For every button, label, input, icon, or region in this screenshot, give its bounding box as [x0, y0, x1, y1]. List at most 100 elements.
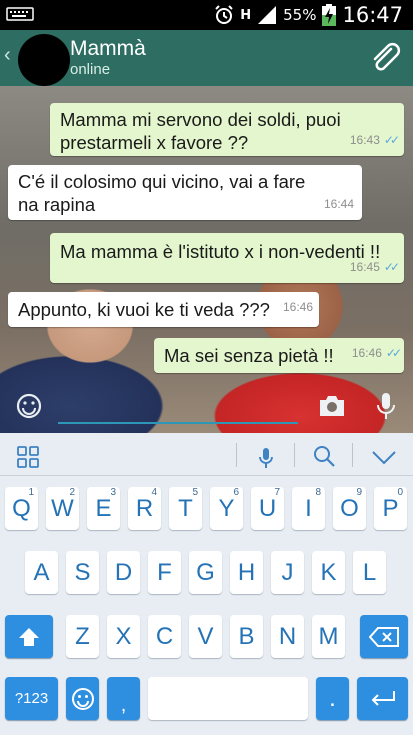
symbols-key[interactable]: ?123: [5, 677, 58, 720]
key-number-hint: 5: [192, 487, 198, 498]
key-number-hint: 6: [233, 487, 239, 498]
chat-header: ‹ Mammà online: [0, 30, 413, 86]
key-n[interactable]: N: [271, 615, 304, 658]
signal-icon: [258, 6, 277, 24]
key-o[interactable]: O9: [333, 487, 366, 530]
key-r[interactable]: R4: [128, 487, 161, 530]
space-key[interactable]: [148, 677, 308, 720]
back-arrow-icon[interactable]: ‹: [4, 44, 11, 67]
key-number-hint: 7: [274, 487, 280, 498]
contact-avatar[interactable]: [18, 34, 70, 86]
key-label: I: [305, 495, 312, 522]
key-w[interactable]: W2: [46, 487, 79, 530]
message-bubble-outgoing[interactable]: Ma mamma è l'istituto x i non-vedenti !!…: [50, 233, 404, 283]
smiley-icon: [71, 688, 94, 710]
key-number-hint: 8: [315, 487, 321, 498]
camera-icon[interactable]: [318, 394, 346, 418]
battery-percent: 55%: [283, 6, 317, 24]
message-bubble-incoming[interactable]: C'é il colosimo qui vicino, vai a fare n…: [8, 165, 362, 220]
key-m[interactable]: M: [312, 615, 345, 658]
enter-key[interactable]: [357, 677, 408, 720]
key-f[interactable]: F: [148, 551, 181, 594]
emoji-key[interactable]: [66, 677, 99, 720]
clock-time: 16:47: [342, 3, 403, 27]
key-number-hint: 2: [69, 487, 75, 498]
key-v[interactable]: V: [189, 615, 222, 658]
read-receipt-icon: ✓✓: [383, 260, 400, 274]
keyboard-toolbar: [0, 433, 413, 476]
network-type-label: H: [240, 7, 252, 23]
key-label: P: [382, 495, 399, 522]
key-label: T: [178, 495, 193, 522]
key-number-hint: 3: [110, 487, 116, 498]
keyboard-notification-icon: [6, 7, 34, 21]
key-p[interactable]: P0: [374, 487, 407, 530]
shift-key[interactable]: [5, 615, 53, 658]
key-label: E: [95, 495, 112, 522]
battery-charging-icon: [322, 4, 337, 26]
period-key[interactable]: .: [316, 677, 349, 720]
message-input[interactable]: [58, 392, 298, 424]
key-z[interactable]: Z: [66, 615, 99, 658]
key-x[interactable]: X: [107, 615, 140, 658]
key-j[interactable]: J: [271, 551, 304, 594]
key-i[interactable]: I8: [292, 487, 325, 530]
search-icon[interactable]: [313, 445, 335, 467]
shift-arrow-icon: [19, 628, 39, 646]
paperclip-icon[interactable]: [369, 42, 401, 74]
key-h[interactable]: H: [230, 551, 263, 594]
message-time: 16:44: [323, 197, 354, 211]
key-d[interactable]: D: [107, 551, 140, 594]
key-k[interactable]: K: [312, 551, 345, 594]
read-receipt-icon: ✓✓: [385, 346, 402, 360]
key-label: R: [135, 495, 154, 522]
message-bubble-outgoing[interactable]: Ma sei senza pietà !! 16:46 ✓✓: [154, 338, 404, 373]
key-q[interactable]: Q1: [5, 487, 38, 530]
key-label: Q: [12, 495, 31, 522]
key-c[interactable]: C: [148, 615, 181, 658]
microphone-icon[interactable]: [376, 392, 396, 420]
read-receipt-icon: ✓✓: [383, 133, 400, 147]
message-bubble-outgoing[interactable]: Mamma mi servono dei soldi, puoi prestar…: [50, 103, 404, 156]
enter-arrow-icon: [371, 691, 395, 706]
key-b[interactable]: B: [230, 615, 263, 658]
message-text: C'é il colosimo qui vicino, vai a fare n…: [18, 171, 306, 215]
key-g[interactable]: G: [189, 551, 222, 594]
keyboard-options-icon[interactable]: [17, 446, 39, 468]
contact-name[interactable]: Mammà: [70, 37, 146, 61]
chat-area[interactable]: Mamma mi servono dei soldi, puoi prestar…: [0, 86, 413, 433]
key-t[interactable]: T5: [169, 487, 202, 530]
chevron-down-icon[interactable]: [371, 450, 397, 466]
key-number-hint: 4: [151, 487, 157, 498]
key-number-hint: 1: [28, 487, 34, 498]
key-l[interactable]: L: [353, 551, 386, 594]
key-number-hint: 9: [356, 487, 362, 498]
voice-input-icon[interactable]: [258, 447, 274, 469]
message-time: 16:46: [282, 300, 313, 314]
comma-key[interactable]: ,: [107, 677, 140, 720]
key-a[interactable]: A: [25, 551, 58, 594]
message-time: 16:43: [349, 133, 380, 147]
soft-keyboard: Q1 W2 E3 R4 T5 Y6 U7 I8 O9 P0 A S D F G …: [0, 433, 413, 735]
alarm-icon: [215, 5, 233, 24]
message-bubble-incoming[interactable]: Appunto, ki vuoi ke ti veda ??? 16:46: [8, 292, 319, 327]
key-label: U: [258, 495, 277, 522]
backspace-key[interactable]: [360, 615, 408, 658]
key-s[interactable]: S: [66, 551, 99, 594]
status-bar: H 55% 16:47: [0, 0, 413, 30]
emoji-icon[interactable]: [16, 393, 42, 419]
toolbar-divider: [294, 443, 295, 467]
message-text: Ma mamma è l'istituto x i non-vedenti !!: [60, 241, 381, 262]
key-label: W: [51, 495, 74, 522]
key-u[interactable]: U7: [251, 487, 284, 530]
message-time: 16:46: [351, 346, 382, 360]
key-e[interactable]: E3: [87, 487, 120, 530]
toolbar-divider: [352, 443, 353, 467]
contact-status: online: [70, 61, 111, 78]
toolbar-divider: [236, 443, 237, 467]
key-number-hint: 0: [397, 487, 403, 498]
message-time: 16:45: [349, 260, 380, 274]
key-y[interactable]: Y6: [210, 487, 243, 530]
key-label: O: [340, 495, 359, 522]
backspace-icon: [368, 627, 399, 647]
